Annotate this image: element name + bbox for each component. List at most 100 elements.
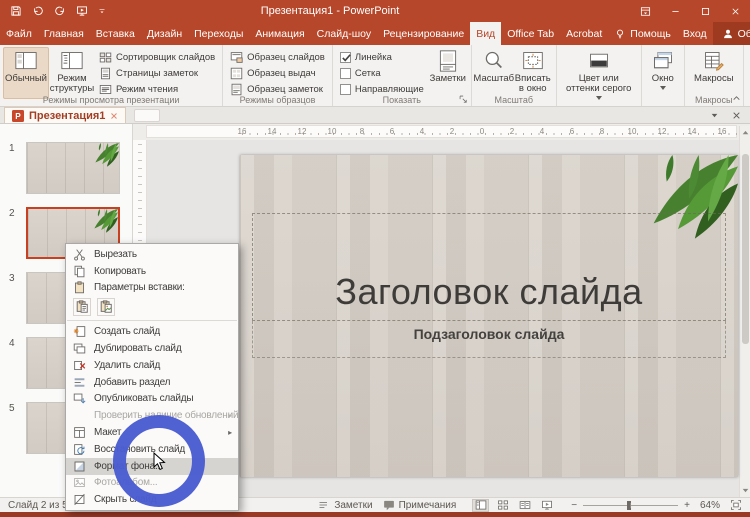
context-menu-item[interactable]: Добавить раздел <box>66 374 238 391</box>
ribbon-small-button[interactable]: Сортировщик слайдов <box>99 51 215 64</box>
checkbox-box[interactable] <box>340 68 351 79</box>
close-document-icon[interactable] <box>732 111 741 120</box>
new-document-tab-button[interactable] <box>134 109 160 122</box>
context-menu-item[interactable]: Дублировать слайд <box>66 340 238 357</box>
checkbox-box[interactable] <box>340 84 351 95</box>
check-icon <box>341 52 352 63</box>
ribbon-tab[interactable]: Вид <box>470 22 501 45</box>
close-button[interactable] <box>720 0 750 22</box>
ribbon-tab[interactable]: Вставка <box>90 22 141 45</box>
notes-button[interactable]: Заметки <box>428 47 468 99</box>
zoom-slider-midpoint <box>630 503 631 508</box>
ribbon-tab[interactable]: Анимация <box>249 22 310 45</box>
slide-title[interactable]: Заголовок слайда <box>335 271 642 313</box>
slide-sorter-icon <box>497 499 509 511</box>
context-menu-item[interactable]: Удалить слайд <box>66 357 238 374</box>
notes-toggle[interactable]: Заметки <box>318 499 372 511</box>
menu-item-icon <box>73 443 86 456</box>
ribbon-display-options-button[interactable] <box>630 0 660 22</box>
macros-button[interactable]: Макросы <box>688 47 740 99</box>
ribbon-tab[interactable]: Рецензирование <box>377 22 470 45</box>
tab-label: Рецензирование <box>383 28 464 40</box>
zoom-button[interactable]: Масштаб <box>475 47 513 99</box>
ribbon-tab[interactable]: Дизайн <box>141 22 188 45</box>
document-tab-bar: P Презентация1 <box>0 107 750 124</box>
comments-toggle[interactable]: Примечания <box>383 499 457 511</box>
scroll-up-icon[interactable] <box>741 128 750 137</box>
ribbon-tab[interactable]: Acrobat <box>560 22 608 45</box>
scrollbar-thumb[interactable] <box>742 154 749 344</box>
fit-to-window-button[interactable]: Вписать в окно <box>513 47 553 99</box>
ribbon-group-presentation-views: Обычный Режим структуры Сортировщик слай… <box>0 45 223 106</box>
ribbon-tab[interactable]: Помощь <box>608 22 677 45</box>
normal-view-button[interactable]: Обычный <box>3 47 49 99</box>
ribbon-tab[interactable]: Вход <box>677 22 713 45</box>
ribbon-tab[interactable]: Office Tab <box>501 22 560 45</box>
checkbox-box[interactable] <box>340 52 351 63</box>
slide-number: 1 <box>0 142 26 194</box>
zoom-percentage[interactable]: 64% <box>700 500 720 511</box>
normal-view-icon <box>14 50 38 72</box>
fit-slide-to-window-icon[interactable] <box>730 499 742 511</box>
zoom-in-icon[interactable]: + <box>684 500 690 511</box>
title-bar: Презентация1 - PowerPoint <box>0 0 750 22</box>
context-menu-item[interactable]: Копировать <box>66 263 238 280</box>
context-menu-item[interactable]: Параметры вставки: <box>66 280 238 297</box>
normal-view-shortcut[interactable] <box>472 499 489 512</box>
zoom-out-icon[interactable]: − <box>571 500 577 511</box>
context-menu-item[interactable]: Вырезать <box>66 246 238 263</box>
collapse-ribbon-icon[interactable] <box>731 94 742 103</box>
grayscale-icon <box>587 50 611 72</box>
ribbon-small-button[interactable]: Образец выдач <box>230 67 325 80</box>
start-slideshow-icon[interactable] <box>76 5 88 17</box>
ruler-number: 16 <box>707 126 737 138</box>
maximize-button[interactable] <box>690 0 720 22</box>
ribbon-small-button[interactable]: Образец слайдов <box>230 51 325 64</box>
slide-canvas[interactable]: Заголовок слайда Подзаголовок слайда <box>240 155 738 477</box>
tab-label: Файл <box>6 28 32 40</box>
menu-item-label: Добавить раздел <box>94 377 170 388</box>
zoom-slider[interactable]: − + <box>571 500 690 511</box>
ruler-number: 14 <box>257 126 287 138</box>
group-label: Показать <box>333 95 471 105</box>
undo-icon[interactable] <box>32 5 44 17</box>
tab-close-icon[interactable] <box>110 112 118 120</box>
subtitle-placeholder[interactable]: Подзаголовок слайда <box>252 321 725 358</box>
tab-label: Переходы <box>194 28 243 40</box>
ribbon-tab[interactable]: Главная <box>38 22 90 45</box>
slide-thumbnail[interactable] <box>26 142 120 194</box>
slide-subtitle[interactable]: Подзаголовок слайда <box>414 326 565 342</box>
ribbon-tab[interactable]: Переходы <box>188 22 249 45</box>
paste-picture-button[interactable] <box>97 298 115 316</box>
horizontal-ruler[interactable]: 1614121086420246810121416 <box>146 125 737 138</box>
notes-toggle-label: Заметки <box>334 500 372 511</box>
paste-keep-icon <box>75 300 89 314</box>
reading-view-shortcut[interactable] <box>516 499 533 512</box>
ribbon-checkbox[interactable]: Сетка <box>340 67 424 80</box>
scroll-down-icon[interactable] <box>741 486 750 495</box>
zoom-slider-track[interactable] <box>583 505 678 506</box>
save-icon[interactable] <box>10 5 22 17</box>
ribbon-tab[interactable]: Общий доступ <box>713 22 750 45</box>
ribbon-checkbox[interactable]: Линейка <box>340 51 424 64</box>
paste-keep-formatting-button[interactable] <box>73 298 91 316</box>
vertical-scrollbar[interactable] <box>739 126 750 497</box>
ribbon-small-button[interactable]: Страницы заметок <box>99 67 215 80</box>
ribbon-tab[interactable]: Файл <box>0 22 38 45</box>
menu-item-icon <box>73 342 86 355</box>
outline-view-button[interactable]: Режим структуры <box>49 47 95 99</box>
slideshow-shortcut[interactable] <box>538 499 555 512</box>
color-grayscale-button[interactable]: Цвет или оттенки серого <box>560 47 638 99</box>
document-tab[interactable]: P Презентация1 <box>4 107 126 123</box>
ruler-number: 6 <box>377 126 407 138</box>
context-menu-item[interactable]: Опубликовать слайды <box>66 391 238 408</box>
window-button[interactable]: Окно <box>645 47 681 99</box>
tab-list-dropdown-icon[interactable] <box>710 111 719 120</box>
redo-icon[interactable] <box>54 5 66 17</box>
ribbon-tab[interactable]: Слайд-шоу <box>311 22 377 45</box>
slide-sorter-shortcut[interactable] <box>494 499 511 512</box>
title-placeholder[interactable]: Заголовок слайда <box>252 213 725 321</box>
context-menu-item[interactable]: Создать слайд <box>66 323 238 340</box>
customize-qat-icon[interactable] <box>98 7 106 15</box>
minimize-button[interactable] <box>660 0 690 22</box>
